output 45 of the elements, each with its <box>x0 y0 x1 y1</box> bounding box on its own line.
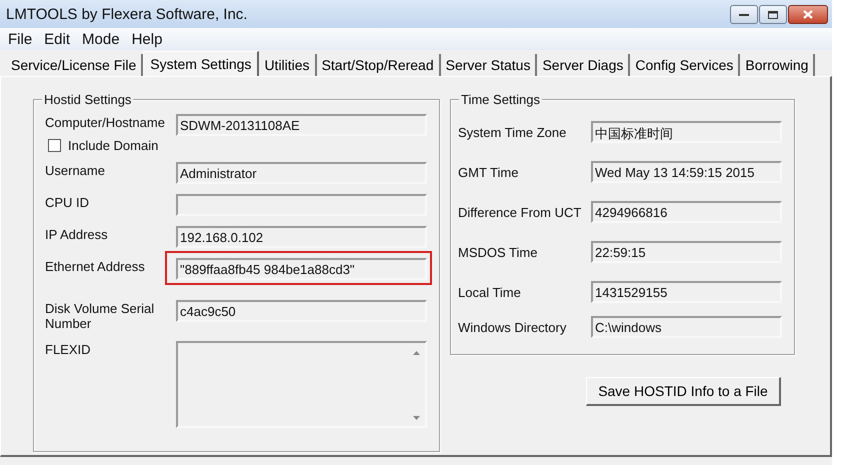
checkbox-label: Include Domain <box>68 138 158 153</box>
text-field[interactable]: SDWM-20131108AE <box>176 114 427 136</box>
text-field[interactable]: 192.168.0.102 <box>176 226 427 248</box>
field-label: Computer/Hostname <box>45 114 166 130</box>
save-button[interactable]: Save HOSTID Info to a File <box>586 377 781 406</box>
field-label: Disk Volume Serial Number <box>45 300 156 331</box>
maximize-icon <box>768 10 778 18</box>
text-field[interactable]: Wed May 13 14:59:15 2015 <box>591 161 782 183</box>
menu-item[interactable]: Mode <box>76 30 126 48</box>
minimize-button[interactable] <box>730 5 758 24</box>
window-title: LMTOOLS by Flexera Software, Inc. <box>6 6 248 22</box>
field-label: FLEXID <box>45 341 92 357</box>
menu-item[interactable]: Help <box>126 30 168 48</box>
text-field[interactable]: 1431529155 <box>591 281 782 303</box>
text-field[interactable]: "889ffaa8fb45 984be1a88cd3" <box>176 258 427 280</box>
scroll-up-icon[interactable] <box>413 351 420 355</box>
field-label: System Time Zone <box>458 124 568 140</box>
text-field[interactable] <box>176 194 427 216</box>
field-label: MSDOS Time <box>458 244 538 260</box>
field-label: Difference From UCT <box>458 204 582 220</box>
menu-item[interactable]: File <box>2 30 38 48</box>
text-area[interactable] <box>176 341 427 428</box>
text-field[interactable]: 22:59:15 <box>591 241 782 263</box>
field-label: GMT Time <box>458 164 520 180</box>
text-field[interactable]: 4294966816 <box>591 201 782 223</box>
menu-item[interactable]: Edit <box>38 30 76 48</box>
minimize-icon <box>739 12 749 16</box>
field-label: IP Address <box>45 226 109 242</box>
text-field[interactable]: c4ac9c50 <box>176 300 427 322</box>
close-icon <box>803 10 813 19</box>
field-label: Username <box>45 162 106 178</box>
maximize-button[interactable] <box>759 5 787 24</box>
text-field[interactable]: C:\windows <box>591 316 782 338</box>
field-label: Windows Directory <box>458 320 568 334</box>
scroll-down-icon[interactable] <box>413 416 420 420</box>
tab[interactable]: System Settings <box>143 51 260 76</box>
close-button[interactable] <box>788 5 828 24</box>
text-field[interactable]: 中国标准时间 <box>591 121 782 143</box>
checkbox[interactable] <box>48 139 61 152</box>
field-label: Ethernet Address <box>45 258 146 274</box>
group-title: Time Settings <box>459 92 542 107</box>
group-title: Hostid Settings <box>42 92 134 107</box>
field-label: Local Time <box>458 284 522 300</box>
text-field[interactable]: Administrator <box>176 162 427 184</box>
field-label: CPU ID <box>45 194 90 210</box>
